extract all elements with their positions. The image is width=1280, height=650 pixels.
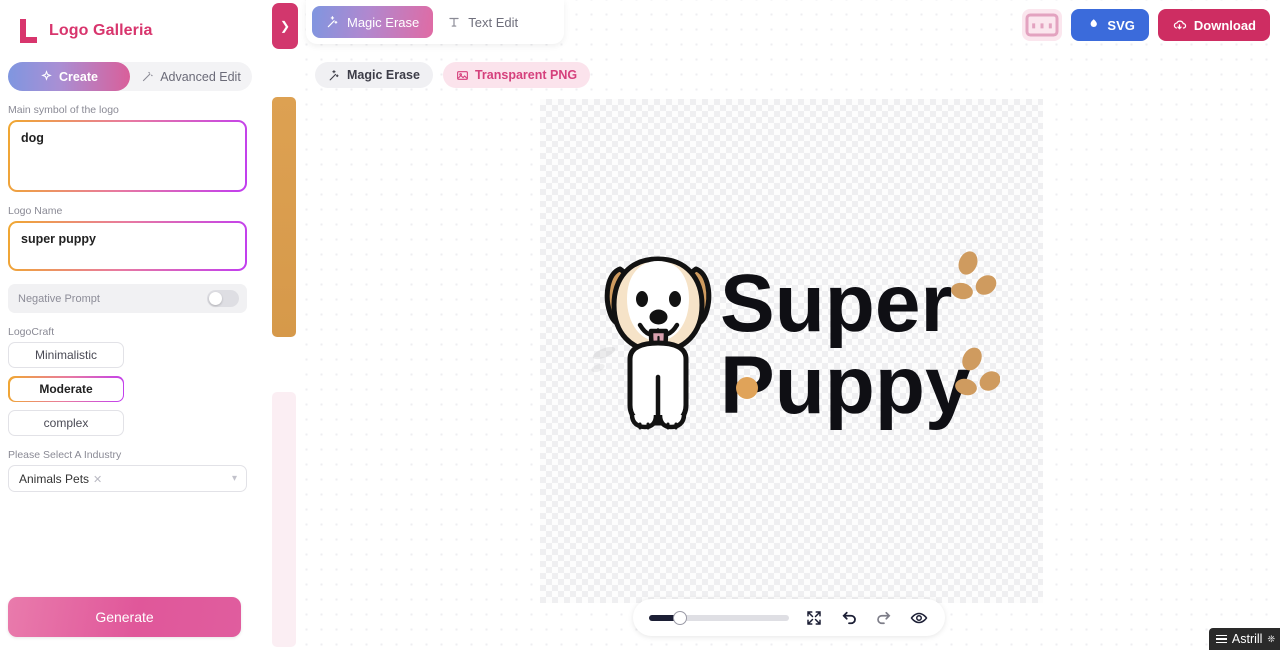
card-icon [1025, 13, 1059, 37]
canvas-bottom-toolbar [633, 599, 945, 636]
astrill-star-icon: ❊ [1267, 633, 1275, 644]
magic-wand-icon [142, 71, 153, 82]
fit-screen-button[interactable] [803, 607, 824, 629]
logocraft-option-moderate-label: Moderate [9, 377, 123, 401]
tab-advanced-edit[interactable]: Advanced Edit [130, 62, 252, 91]
preview-button[interactable] [908, 607, 929, 629]
industry-label: Please Select A Industry [8, 449, 122, 461]
logo-l-mark-icon [18, 18, 40, 44]
logocraft-option-minimalistic[interactable]: Minimalistic [8, 342, 124, 368]
logo-accent-dot [736, 377, 758, 399]
logocraft-option-complex-label: complex [43, 416, 89, 430]
erased-smudge [591, 346, 616, 373]
hamburger-icon[interactable] [1215, 634, 1227, 644]
logo-name-label: Logo Name [8, 205, 63, 217]
generate-button[interactable]: Generate [8, 597, 241, 637]
logo-name-input[interactable]: super puppy [10, 223, 245, 269]
decor-strip-pink [272, 392, 296, 647]
tab-create[interactable]: Create [8, 62, 130, 91]
sidebar: Logo Galleria Create Advanced Edit Main … [0, 0, 268, 650]
wand-icon [329, 69, 339, 80]
card-view-button[interactable] [1022, 9, 1063, 41]
industry-selected-value: Animals Pets [19, 471, 90, 486]
expand-arrows-icon [807, 610, 821, 625]
logocraft-option-moderate[interactable]: Moderate [8, 376, 124, 402]
brand-name: Logo Galleria [49, 22, 153, 39]
svg-icon [1091, 18, 1098, 27]
sparkle-icon [41, 70, 52, 81]
redo-arrow-icon [876, 611, 891, 624]
undo-button[interactable] [838, 607, 859, 629]
logo-artwork: Super Puppy [590, 247, 1001, 437]
main-symbol-label: Main symbol of the logo [8, 104, 119, 116]
logo-name-input-wrap[interactable]: super puppy [8, 221, 247, 271]
industry-select[interactable]: Animals Pets ✕ ▾ [8, 465, 247, 492]
negative-prompt-label: Negative Prompt [18, 292, 100, 305]
tab-advanced-edit-label: Advanced Edit [160, 69, 241, 84]
generate-button-label: Generate [95, 609, 154, 625]
tab-text-edit-label: Text Edit [468, 14, 519, 30]
negative-prompt-row[interactable]: Negative Prompt [8, 284, 247, 313]
dog-mascot-icon [604, 256, 712, 430]
close-x-icon[interactable]: ✕ [93, 474, 102, 486]
sidebar-mode-segmented: Create Advanced Edit [8, 62, 252, 91]
logocraft-option-complex[interactable]: complex [8, 410, 124, 436]
logocraft-label: LogoCraft [8, 326, 55, 338]
app-root: Logo Galleria Create Advanced Edit Main … [0, 0, 1280, 650]
sidebar-collapse-toggle[interactable]: ❯ [272, 3, 298, 49]
main-symbol-input[interactable]: dog [10, 122, 245, 190]
svg-button[interactable]: SVG [1071, 9, 1149, 41]
paw-accent-top-icon [951, 251, 997, 300]
tab-magic-erase-label: Magic Erase [347, 14, 420, 30]
svg-button-label: SVG [1107, 17, 1135, 33]
redo-button[interactable] [873, 607, 894, 629]
tab-create-label: Create [59, 69, 98, 84]
logo-artwork-svg: Super Puppy [591, 251, 1001, 431]
main-symbol-input-wrap[interactable]: dog [8, 120, 247, 192]
logocraft-options: Minimalistic Moderate complex [8, 342, 247, 436]
undo-arrow-icon [842, 611, 856, 624]
industry-selected-tag: Animals Pets ✕ [19, 470, 102, 488]
eye-icon [910, 612, 927, 623]
decor-strip-orange [272, 97, 296, 337]
chip-transparent-png-label: Transparent PNG [474, 68, 578, 82]
logocraft-option-minimalistic-label: Minimalistic [34, 348, 97, 362]
astrill-widget[interactable]: Astrill ❊ [1208, 628, 1280, 650]
astrill-label: Astrill [1231, 632, 1263, 646]
editor-canvas[interactable]: Super Puppy [540, 99, 1043, 603]
chevron-down-icon: ▾ [231, 473, 237, 484]
logo-text-line1: Super [720, 258, 952, 349]
top-right-actions: SVG Download [1022, 9, 1270, 41]
tab-magic-erase[interactable]: Magic Erase [312, 6, 434, 38]
download-button-label: Download [1193, 17, 1256, 33]
text-edit-icon [449, 17, 459, 27]
magic-wand-sparkle-icon [327, 16, 338, 28]
zoom-slider[interactable] [649, 610, 790, 625]
chevron-right-icon: ❯ [279, 19, 291, 33]
brand: Logo Galleria [0, 0, 268, 48]
negative-prompt-toggle[interactable] [207, 290, 239, 307]
chip-magic-erase-label: Magic Erase [347, 68, 420, 82]
chip-transparent-png[interactable]: Transparent PNG [442, 62, 591, 88]
tab-text-edit[interactable]: Text Edit [433, 6, 532, 38]
download-button[interactable]: Download [1157, 9, 1270, 41]
chip-magic-erase[interactable]: Magic Erase [315, 62, 433, 88]
zoom-slider-knob[interactable] [672, 610, 687, 625]
toggle-knob [209, 292, 222, 305]
tool-chip-row: Magic Erase Transparent PNG [315, 62, 591, 88]
main-workspace: Magic Erase Text Edit Magic Erase Transp… [295, 0, 1280, 650]
cloud-download-icon [1173, 19, 1187, 30]
image-icon [457, 70, 468, 80]
editor-tabbar: Magic Erase Text Edit [306, 0, 564, 44]
